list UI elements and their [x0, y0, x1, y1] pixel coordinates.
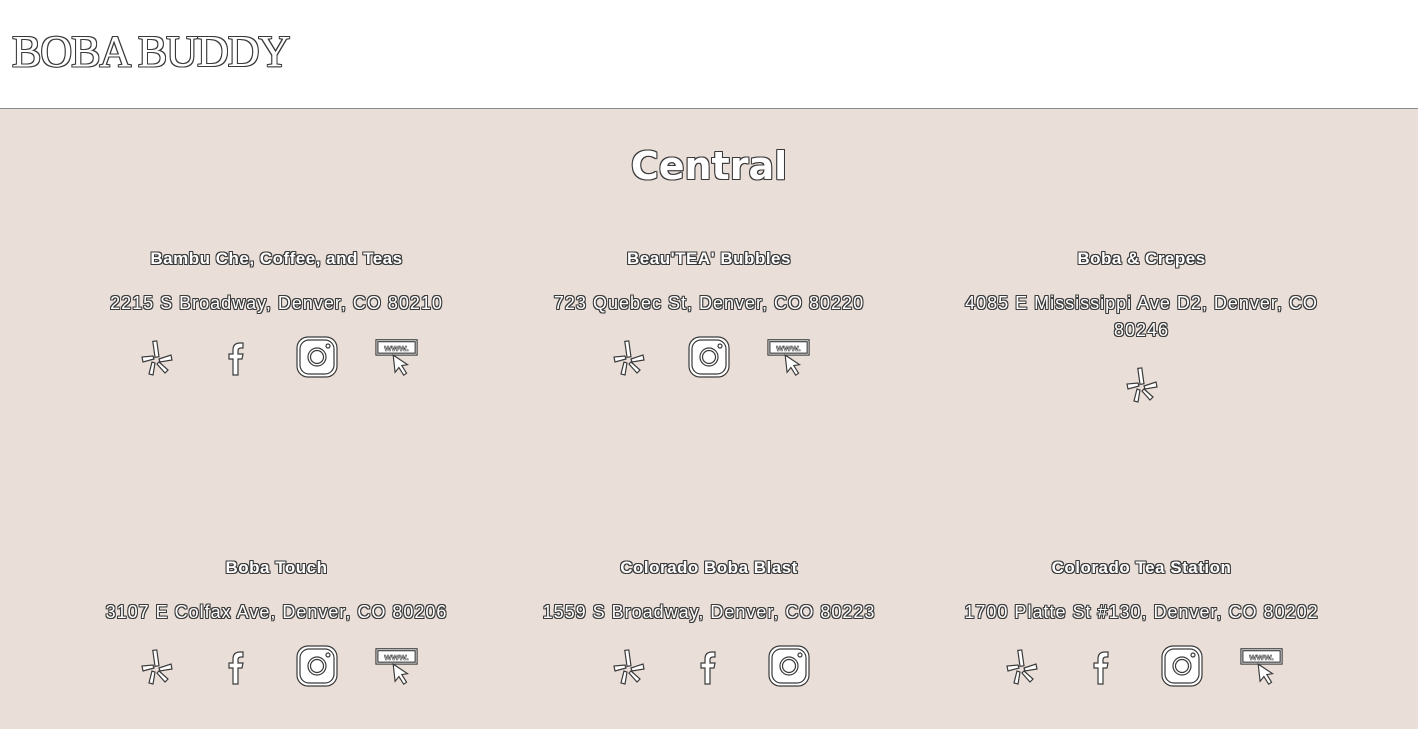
shop-name: Boba & Crepes	[1077, 249, 1206, 268]
instagram-icon[interactable]	[767, 644, 811, 688]
shop-card: Colorado Tea Station 1700 Platte St #130,…	[925, 549, 1358, 729]
shop-name: Beau'TEA' Bubbles	[627, 249, 791, 268]
shop-card: Bambu Che, Coffee, and Teas 2215 S Broadw…	[60, 240, 493, 549]
facebook-icon[interactable]	[215, 335, 259, 379]
shop-links	[925, 362, 1358, 406]
website-label: www.	[1248, 652, 1274, 663]
region-title: Central	[630, 144, 788, 188]
website-icon[interactable]: www.	[1239, 644, 1284, 688]
shop-name: Colorado Tea Station	[1051, 558, 1232, 577]
website-icon[interactable]: www.	[767, 335, 811, 379]
instagram-icon[interactable]	[295, 335, 339, 379]
facebook-icon[interactable]	[687, 644, 731, 688]
shop-card: Colorado Boba Blast 1559 S Broadway, Denv…	[493, 549, 925, 729]
shop-card: Boba & Crepes 4085 E Mississippi Ave D2, …	[925, 240, 1358, 549]
shop-address: 1700 Platte St #130, Denver, CO 80202	[964, 602, 1319, 622]
shop-name: Bambu Che, Coffee, and Teas	[150, 249, 403, 268]
yelp-icon[interactable]	[607, 644, 651, 688]
brand-logo[interactable]: BOBA BUDDY	[12, 26, 290, 78]
shop-links: www.	[493, 335, 925, 379]
shop-address: 2215 S Broadway, Denver, CO 80210	[110, 293, 443, 313]
shop-links: www.	[60, 335, 493, 379]
shop-card: Boba Touch 3107 E Colfax Ave, Denver, CO …	[60, 549, 493, 729]
shop-address: 4085 E Mississippi Ave D2, Denver, CO 80…	[965, 293, 1318, 340]
shop-links: www.	[60, 644, 493, 688]
yelp-icon[interactable]	[135, 335, 179, 379]
website-icon[interactable]: www.	[374, 335, 419, 379]
website-icon[interactable]: www.	[374, 644, 419, 688]
website-label: www.	[383, 343, 409, 354]
shop-name: Colorado Boba Blast	[620, 558, 798, 577]
instagram-icon[interactable]	[295, 644, 339, 688]
shop-name: Boba Touch	[225, 558, 328, 577]
shop-address: 3107 E Colfax Ave, Denver, CO 80206	[105, 602, 448, 622]
facebook-icon[interactable]	[215, 644, 259, 688]
shop-address: 1559 S Broadway, Denver, CO 80223	[542, 602, 876, 622]
facebook-icon[interactable]	[1080, 644, 1124, 688]
yelp-icon[interactable]	[1000, 644, 1044, 688]
shop-grid: Bambu Che, Coffee, and Teas 2215 S Broadw…	[60, 240, 1358, 729]
yelp-icon[interactable]	[607, 335, 651, 379]
shop-address: 723 Quebec St, Denver, CO 80220	[553, 293, 865, 313]
yelp-icon[interactable]	[135, 644, 179, 688]
shop-card: Beau'TEA' Bubbles 723 Quebec St, Denver, …	[493, 240, 925, 549]
instagram-icon[interactable]	[687, 335, 731, 379]
instagram-icon[interactable]	[1160, 644, 1204, 688]
shop-links: www.	[925, 644, 1358, 688]
yelp-icon[interactable]	[1120, 362, 1164, 406]
website-label: www.	[383, 652, 409, 663]
website-label: www.	[775, 343, 801, 354]
site-header: BOBA BUDDY	[0, 0, 1418, 109]
shop-links	[493, 644, 925, 688]
